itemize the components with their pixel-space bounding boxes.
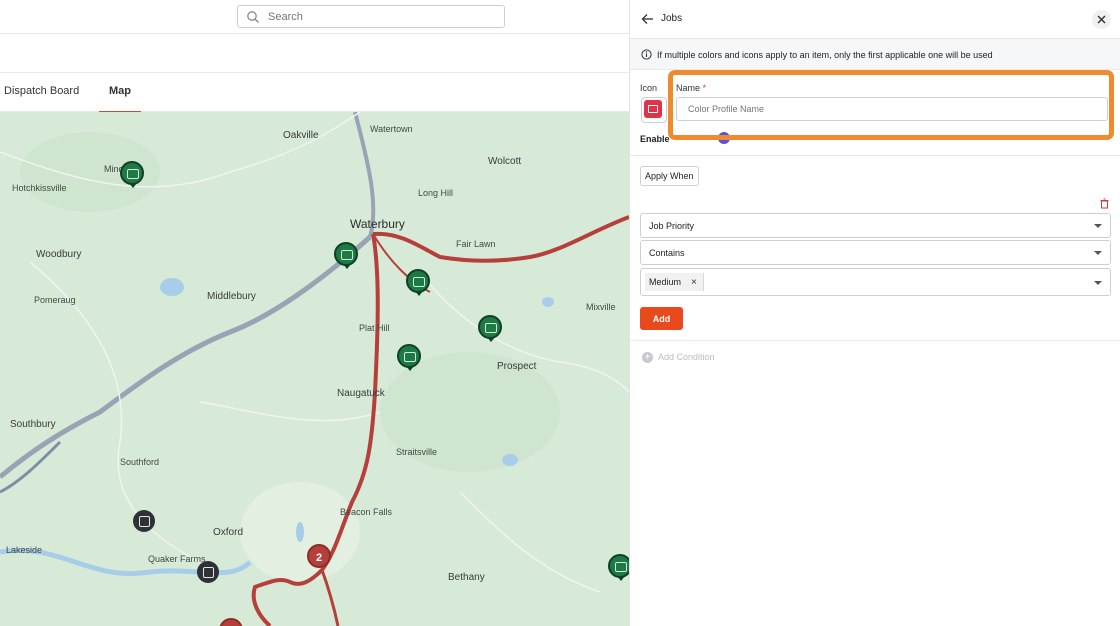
map-view[interactable]: Oakville Watertown Wolcott Hotchkissvill… [0, 112, 629, 626]
top-bar [0, 0, 629, 34]
tab-dispatch-board[interactable]: Dispatch Board [4, 73, 79, 111]
map-label: Fair Lawn [456, 239, 496, 249]
calendar-icon [203, 567, 214, 578]
job-marker[interactable] [608, 554, 629, 581]
map-label: Waterbury [350, 217, 405, 231]
view-tabs: Dispatch Board Map [0, 73, 629, 113]
add-condition-label: Add Condition [658, 352, 715, 362]
map-label: Middlebury [207, 291, 256, 302]
color-profile-panel: Jobs If multiple colors and icons apply … [629, 0, 1120, 626]
plus-icon: + [642, 352, 653, 364]
map-label: Oxford [213, 527, 244, 538]
job-marker[interactable] [406, 269, 430, 296]
job-marker[interactable] [397, 344, 421, 371]
icon-picker[interactable] [641, 97, 667, 123]
operator-select-value: Contains [649, 248, 685, 258]
map-label: Southford [120, 457, 160, 467]
value-chip: Medium × [645, 273, 704, 291]
map-label: Mixville [586, 302, 616, 312]
operator-select[interactable]: Contains [640, 240, 1111, 265]
event-marker[interactable] [133, 510, 155, 532]
briefcase-icon [615, 562, 627, 572]
divider [630, 155, 1120, 156]
map-label: Pomeraug [34, 295, 76, 305]
map-label: Quaker Farms [148, 554, 206, 564]
map-label: Southbury [10, 419, 56, 430]
add-condition-button[interactable]: + Add Condition [642, 352, 715, 364]
map-label: Woodbury [36, 249, 82, 260]
search-icon [247, 10, 259, 23]
close-button[interactable] [1092, 10, 1111, 29]
map-label: Plat Hill [359, 323, 390, 333]
map-label: Wolcott [488, 156, 522, 167]
chevron-down-icon [1094, 281, 1102, 285]
job-marker[interactable] [334, 242, 358, 269]
search-input[interactable] [266, 9, 490, 24]
divider [630, 340, 1120, 341]
panel-title: Jobs [661, 13, 683, 24]
map-label: Beacon Falls [340, 507, 393, 517]
app-area: Dispatch Board Map [0, 0, 629, 626]
map-label: Oakville [283, 130, 319, 141]
map-label: Prospect [497, 361, 537, 372]
map-label: Naugatuck [337, 388, 385, 399]
trash-icon[interactable] [1099, 198, 1110, 209]
map-label: Straitsville [396, 447, 438, 457]
briefcase-icon [127, 169, 139, 179]
search-box[interactable] [237, 5, 505, 28]
chevron-down-icon [1094, 224, 1102, 228]
icon-label: Icon [640, 83, 658, 93]
event-marker[interactable] [197, 561, 219, 583]
panel-header: Jobs [630, 0, 1120, 39]
chip-remove-icon[interactable]: × [691, 277, 697, 288]
map-label: Hotchkissville [12, 183, 67, 193]
map-label: Lakeside [6, 545, 43, 555]
calendar-icon [139, 516, 150, 527]
map-label: Long Hill [418, 188, 454, 198]
info-text: If multiple colors and icons apply to an… [657, 50, 993, 60]
info-banner: If multiple colors and icons apply to an… [630, 39, 1120, 70]
briefcase-icon [413, 277, 425, 287]
briefcase-icon [341, 250, 353, 260]
briefcase-icon [648, 105, 658, 113]
job-marker[interactable] [120, 161, 144, 188]
header-band [0, 34, 629, 73]
value-chip-label: Medium [649, 277, 682, 287]
map-label: Watertown [370, 124, 413, 134]
marker-cluster[interactable]: 2 [307, 544, 331, 568]
chevron-down-icon [1094, 251, 1102, 255]
icon-swatch [644, 100, 662, 118]
add-button[interactable]: Add [640, 307, 683, 330]
briefcase-icon [485, 323, 497, 333]
briefcase-icon [404, 352, 416, 362]
value-multiselect[interactable]: Medium × [640, 268, 1111, 296]
map-label: Bethany [448, 572, 485, 583]
apply-when-button[interactable]: Apply When [640, 166, 699, 186]
back-arrow-icon[interactable] [641, 13, 654, 25]
field-select[interactable]: Job Priority [640, 213, 1111, 238]
tab-map[interactable]: Map [99, 73, 141, 113]
field-select-value: Job Priority [649, 221, 695, 231]
highlight-annotation [668, 70, 1114, 140]
enable-label: Enable [640, 134, 670, 144]
job-marker[interactable] [478, 315, 502, 342]
close-icon [1097, 15, 1106, 24]
info-icon [641, 49, 652, 60]
